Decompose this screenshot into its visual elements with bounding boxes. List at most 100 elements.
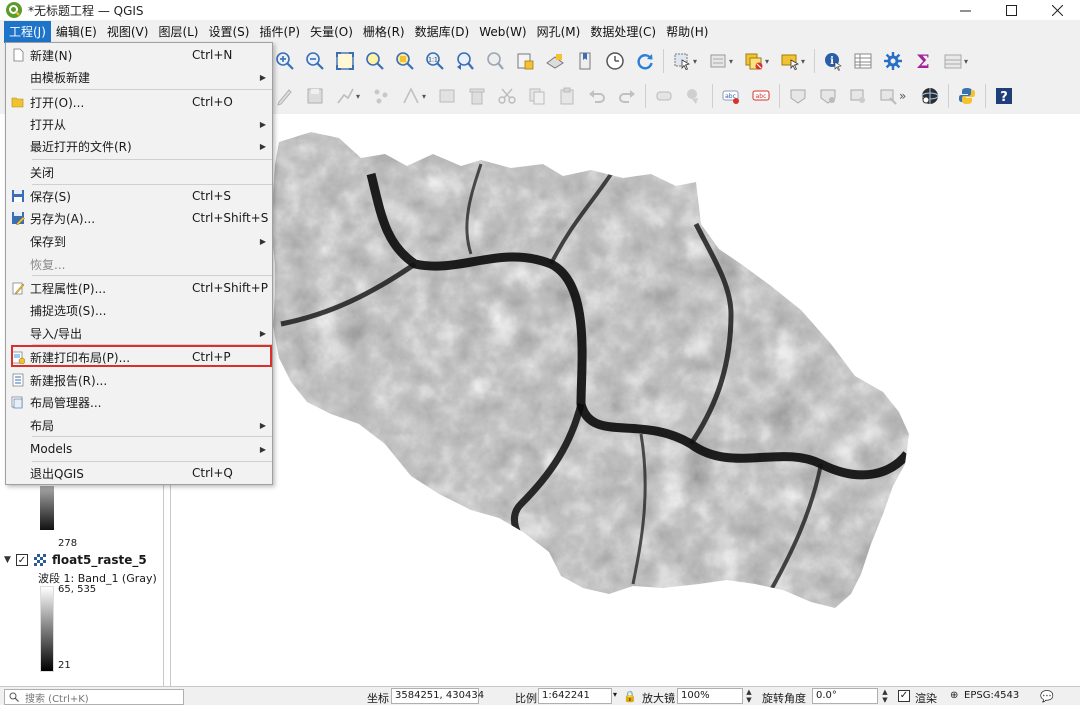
menu-open-from[interactable]: 打开从 ▶ xyxy=(6,113,272,135)
refresh-button[interactable] xyxy=(630,47,660,75)
save-icon xyxy=(10,188,26,204)
chevron-down-icon[interactable]: ▾ xyxy=(765,57,773,66)
lock-icon[interactable]: 🔒 xyxy=(623,690,637,703)
close-button[interactable] xyxy=(1034,0,1080,20)
menu-new[interactable]: 新建(N) Ctrl+N xyxy=(6,44,272,66)
processing-toolbox-button[interactable] xyxy=(878,47,908,75)
menu-web[interactable]: Web(W) xyxy=(474,21,531,43)
menu-database[interactable]: 数据库(D) xyxy=(410,21,475,43)
zoom-last-button[interactable] xyxy=(450,47,480,75)
expand-arrow-icon[interactable]: ▼ xyxy=(4,555,16,565)
crs-globe-icon[interactable]: ⊕ xyxy=(950,690,958,701)
python-console-button[interactable] xyxy=(952,82,982,110)
chevron-down-icon[interactable]: ▾ xyxy=(356,92,364,101)
menu-layout-manager[interactable]: 布局管理器... xyxy=(6,391,272,413)
menu-processing[interactable]: 数据处理(C) xyxy=(585,21,661,43)
undo-button[interactable] xyxy=(582,82,612,110)
new-bookmark-button[interactable] xyxy=(510,47,540,75)
coordinate-label: 坐标 xyxy=(367,692,389,705)
chevron-down-icon[interactable]: ▾ xyxy=(729,57,737,66)
menu-new-report[interactable]: 新建报告(R)... xyxy=(6,369,272,391)
coordinate-field[interactable]: 3584251, 430434 xyxy=(391,688,484,704)
menu-vector[interactable]: 矢量(O) xyxy=(305,21,358,43)
chevron-down-icon[interactable]: ▾ xyxy=(422,92,430,101)
menu-help[interactable]: 帮助(H) xyxy=(661,21,713,43)
menu-plugins[interactable]: 插件(P) xyxy=(254,21,305,43)
layer-visibility-checkbox[interactable]: ✓ xyxy=(16,554,28,566)
temporal-button[interactable] xyxy=(600,47,630,75)
menu-save[interactable]: 保存(S) Ctrl+S xyxy=(6,185,272,207)
menu-project-properties[interactable]: 工程属性(P)... Ctrl+Shift+P xyxy=(6,277,272,299)
zoom-out-button[interactable] xyxy=(300,47,330,75)
zoom-to-selection-button[interactable] xyxy=(360,47,390,75)
zoom-next-button[interactable] xyxy=(480,47,510,75)
zoom-native-button[interactable]: 1:1 xyxy=(420,47,450,75)
cut-features-button[interactable] xyxy=(492,82,522,110)
map-tips-button[interactable] xyxy=(679,82,709,110)
redo-button[interactable] xyxy=(612,82,642,110)
rotation-spinner[interactable]: ▲ ▼ xyxy=(880,688,890,704)
menu-snapping-options[interactable]: 捕捉选项(S)... xyxy=(6,299,272,321)
identify-button[interactable]: i xyxy=(818,47,848,75)
menu-new-from-template[interactable]: 由模板新建 ▶ xyxy=(6,66,272,88)
menu-settings[interactable]: 设置(S) xyxy=(204,21,255,43)
menu-models[interactable]: Models ▶ xyxy=(6,438,272,460)
zoom-full-button[interactable] xyxy=(330,47,360,75)
menu-separator xyxy=(32,159,272,160)
toolbar-separator xyxy=(645,84,646,108)
zoom-to-layer-button[interactable] xyxy=(390,47,420,75)
chevron-down-icon[interactable]: ▾ xyxy=(693,57,701,66)
label-move-button[interactable] xyxy=(813,82,843,110)
label-show-button[interactable] xyxy=(783,82,813,110)
magnifier-spinner[interactable]: ▲ ▼ xyxy=(744,688,754,704)
paste-features-button[interactable] xyxy=(552,82,582,110)
edit-attributes-button[interactable] xyxy=(432,82,462,110)
statistics-button[interactable]: Σ xyxy=(908,47,938,75)
vertex-tool-button[interactable] xyxy=(366,82,396,110)
help-button[interactable]: ? xyxy=(989,82,1019,110)
minimize-button[interactable] xyxy=(942,0,988,20)
crs-button[interactable]: EPSG:4543 xyxy=(964,690,1019,701)
chevron-down-icon[interactable]: ▾ xyxy=(801,57,809,66)
menu-recent-files[interactable]: 最近打开的文件(R) ▶ xyxy=(6,135,272,157)
menu-mesh[interactable]: 网孔(M) xyxy=(532,21,586,43)
menu-layouts[interactable]: 布局 ▶ xyxy=(6,414,272,436)
pencil-icon xyxy=(277,89,292,106)
label-pin-button[interactable]: abc xyxy=(746,82,776,110)
menu-layer[interactable]: 图层(L) xyxy=(153,21,203,43)
menu-close[interactable]: 关闭 xyxy=(6,161,272,183)
toggle-editing-button[interactable] xyxy=(270,82,300,110)
menu-save-as[interactable]: 另存为(A)... Ctrl+Shift+S xyxy=(6,207,272,229)
messages-icon[interactable]: 💬 xyxy=(1040,690,1054,703)
render-checkbox[interactable]: ✓ xyxy=(898,690,910,702)
menu-exit[interactable]: 退出QGIS Ctrl+Q xyxy=(6,462,272,484)
menu-save-to[interactable]: 保存到 ▶ xyxy=(6,230,272,252)
menu-open[interactable]: 打开(O)... Ctrl+O xyxy=(6,91,272,113)
quickmapservices-button[interactable] xyxy=(915,82,945,110)
menu-view[interactable]: 视图(V) xyxy=(102,21,154,43)
layer-row[interactable]: ▼ ✓ float5_raste_5 xyxy=(4,552,147,568)
menu-import-export[interactable]: 导入/导出 ▶ xyxy=(6,322,272,344)
menu-raster[interactable]: 栅格(R) xyxy=(358,21,410,43)
menu-edit[interactable]: 编辑(E) xyxy=(51,21,102,43)
scale-field[interactable]: 1:642241 xyxy=(538,688,612,704)
magnifier-field[interactable]: 100% xyxy=(677,688,743,704)
delete-selected-button[interactable] xyxy=(462,82,492,110)
label-rotate-button[interactable] xyxy=(843,82,873,110)
map-canvas[interactable] xyxy=(170,114,1080,686)
chevron-down-icon[interactable]: ▾ xyxy=(613,690,617,699)
attribute-table-button[interactable] xyxy=(848,47,878,75)
copy-features-button[interactable] xyxy=(522,82,552,110)
show-bookmarks-button[interactable] xyxy=(540,47,570,75)
label-tool-button[interactable]: abc xyxy=(716,82,746,110)
save-edits-button[interactable] xyxy=(300,82,330,110)
refresh-bookmark-button[interactable] xyxy=(570,47,600,75)
maximize-button[interactable] xyxy=(988,0,1034,20)
menu-project[interactable]: 工程(J) xyxy=(4,21,51,43)
annotation-button[interactable] xyxy=(649,82,679,110)
rotation-field[interactable]: 0.0° xyxy=(812,688,878,704)
zoom-in-button[interactable] xyxy=(270,47,300,75)
locator-search-input[interactable]: 搜索 (Ctrl+K) xyxy=(4,689,184,705)
chevron-down-icon[interactable]: ▾ xyxy=(964,57,972,66)
more-tools-icon[interactable]: » xyxy=(899,89,913,103)
